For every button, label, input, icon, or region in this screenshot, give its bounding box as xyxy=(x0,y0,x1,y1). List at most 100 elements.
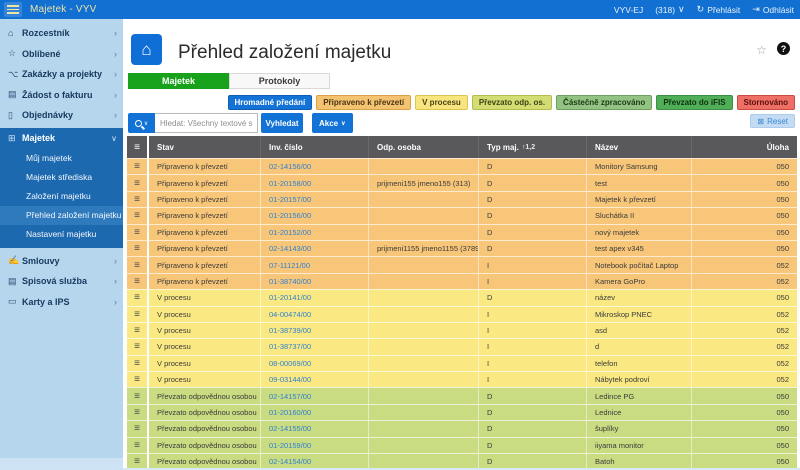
sidebar-subitem-2[interactable]: Majetek střediska xyxy=(0,168,123,187)
cell-inv-link[interactable]: 01-20141/00 xyxy=(261,289,369,305)
sidebar-item-spisova-sluzba[interactable]: ▤ Spisová služba › xyxy=(0,271,123,292)
table-row[interactable]: ≡ Připraveno k převzetí 01-20152/00 D no… xyxy=(127,224,797,240)
column-header-uloha[interactable]: Úloha xyxy=(692,136,797,158)
cell-inv-link[interactable]: 01-20152/00 xyxy=(261,224,369,240)
row-menu-icon[interactable]: ≡ xyxy=(127,404,149,420)
sidebar-item-zakazky-a-projekty[interactable]: ⌥ Zakázky a projekty › xyxy=(0,64,123,85)
cell-inv-link[interactable]: 01-38740/00 xyxy=(261,273,369,289)
row-menu-icon[interactable]: ≡ xyxy=(127,322,149,338)
sidebar-item-rozcestnik[interactable]: ⌂ Rozcestník › xyxy=(0,23,123,44)
table-row[interactable]: ≡ V procesu 04-00474/00 I Mikroskop PNEC… xyxy=(127,306,797,322)
row-menu-icon[interactable]: ≡ xyxy=(127,371,149,387)
table-row[interactable]: ≡ V procesu 01-38739/00 I asd 052 xyxy=(127,322,797,338)
search-submit-button[interactable]: Vyhledat xyxy=(261,113,303,133)
status-filter-button[interactable]: Částečně zpracováno xyxy=(556,95,652,110)
cell-inv-link[interactable]: 01-20157/00 xyxy=(261,191,369,207)
column-header-stav[interactable]: Stav xyxy=(149,136,261,158)
sidebar-subitem-3[interactable]: Založení majetku xyxy=(0,187,123,206)
row-menu-icon[interactable]: ≡ xyxy=(127,453,149,469)
logout-button[interactable]: ⇥Odhlásit xyxy=(752,4,794,15)
session-counter[interactable]: (318)∨ xyxy=(655,4,684,15)
table-row[interactable]: ≡ Připraveno k převzetí 01-20156/00 D Sl… xyxy=(127,207,797,223)
status-filter-button[interactable]: Hromadné předání xyxy=(228,95,313,110)
cell-inv-link[interactable]: 08-00069/00 xyxy=(261,355,369,371)
table-row[interactable]: ≡ V procesu 01-38737/00 I d 052 xyxy=(127,338,797,354)
sidebar-item-objednavky[interactable]: ▯ Objednávky › xyxy=(0,105,123,126)
table-row[interactable]: ≡ Připraveno k převzetí 02-14156/00 D Mo… xyxy=(127,158,797,174)
column-header-nazev[interactable]: Název xyxy=(587,136,692,158)
row-menu-icon[interactable]: ≡ xyxy=(127,256,149,272)
sidebar-subitem-4[interactable]: Přehled založení majetku xyxy=(0,206,123,225)
cell-inv-link[interactable]: 01-20160/00 xyxy=(261,404,369,420)
row-menu-icon[interactable]: ≡ xyxy=(127,420,149,436)
row-menu-icon[interactable]: ≡ xyxy=(127,289,149,305)
table-row[interactable]: ≡ V procesu 08-00069/00 I telefon 052 xyxy=(127,355,797,371)
row-menu-icon[interactable]: ≡ xyxy=(127,240,149,256)
sidebar-item-majetek[interactable]: ⊞ Majetek ∨ xyxy=(0,128,123,149)
cell-inv-link[interactable]: 01-38739/00 xyxy=(261,322,369,338)
cell-inv-link[interactable]: 01-20158/00 xyxy=(261,174,369,190)
column-header-typ-maj[interactable]: Typ maj. ↑1,2 xyxy=(479,136,587,158)
row-menu-icon[interactable]: ≡ xyxy=(127,355,149,371)
sidebar-item-oblibene[interactable]: ☆ Oblíbené › xyxy=(0,44,123,65)
table-row[interactable]: ≡ V procesu 09-03144/00 I Nábytek podrov… xyxy=(127,371,797,387)
status-filter-button[interactable]: Připraveno k převzetí xyxy=(316,95,411,110)
cell-nazev: Ledince PG xyxy=(587,387,692,403)
sidebar-item-zadost-o-fakturu[interactable]: ▤ Žádost o fakturu › xyxy=(0,85,123,106)
status-filter-button[interactable]: V procesu xyxy=(415,95,468,110)
table-row[interactable]: ≡ Připraveno k převzetí 01-20158/00 prij… xyxy=(127,174,797,190)
table-row[interactable]: ≡ Převzato odpovědnou osobou 01-20159/00… xyxy=(127,437,797,453)
hamburger-menu-icon[interactable] xyxy=(4,2,22,17)
row-menu-icon[interactable]: ≡ xyxy=(127,387,149,403)
column-header-inv-cislo[interactable]: Inv. číslo xyxy=(261,136,369,158)
row-menu-icon[interactable]: ≡ xyxy=(127,338,149,354)
cell-inv-link[interactable]: 01-20156/00 xyxy=(261,207,369,223)
table-row[interactable]: ≡ Převzato odpovědnou osobou 02-14157/00… xyxy=(127,387,797,403)
status-filter-button[interactable]: Převzato do iFIS xyxy=(656,95,732,110)
cell-inv-link[interactable]: 09-03144/00 xyxy=(261,371,369,387)
search-options-button[interactable]: ∨ xyxy=(128,113,155,133)
cell-inv-link[interactable]: 04-00474/00 xyxy=(261,306,369,322)
tab-2[interactable]: Protokoly xyxy=(229,73,330,89)
sidebar-subitem-5[interactable]: Nastavení majetku xyxy=(0,225,123,244)
cell-inv-link[interactable]: 07-11121/00 xyxy=(261,256,369,272)
relogin-button[interactable]: ↻Přehlásit xyxy=(697,4,741,15)
table-row[interactable]: ≡ Připraveno k převzetí 01-38740/00 I Ka… xyxy=(127,273,797,289)
cell-inv-link[interactable]: 01-38737/00 xyxy=(261,338,369,354)
search-input[interactable] xyxy=(155,113,258,133)
cell-inv-link[interactable]: 02-14154/00 xyxy=(261,453,369,469)
status-filter-button[interactable]: Převzato odp. os. xyxy=(472,95,552,110)
cell-inv-link[interactable]: 02-14143/00 xyxy=(261,240,369,256)
cell-inv-link[interactable]: 02-14156/00 xyxy=(261,158,369,174)
row-menu-icon[interactable]: ≡ xyxy=(127,224,149,240)
row-menu-icon[interactable]: ≡ xyxy=(127,174,149,190)
table-row[interactable]: ≡ Připraveno k převzetí 07-11121/00 I No… xyxy=(127,256,797,272)
reset-button[interactable]: ⊠ Reset xyxy=(750,114,795,128)
row-menu-icon[interactable]: ≡ xyxy=(127,207,149,223)
column-header-odp-osoba[interactable]: Odp. osoba xyxy=(369,136,479,158)
row-menu-icon[interactable]: ≡ xyxy=(127,191,149,207)
cell-inv-link[interactable]: 02-14155/00 xyxy=(261,420,369,436)
header-menu-icon[interactable]: ≡ xyxy=(127,136,149,158)
tab-1[interactable]: Majetek xyxy=(128,73,229,89)
row-menu-icon[interactable]: ≡ xyxy=(127,273,149,289)
row-menu-icon[interactable]: ≡ xyxy=(127,437,149,453)
sidebar-item-karty-a-ips[interactable]: ▭ Karty a IPS › xyxy=(0,292,123,313)
table-row[interactable]: ≡ Převzato odpovědnou osobou 01-20160/00… xyxy=(127,404,797,420)
actions-button[interactable]: Akce ∨ xyxy=(312,113,353,133)
cell-inv-link[interactable]: 01-20159/00 xyxy=(261,437,369,453)
row-menu-icon[interactable]: ≡ xyxy=(127,158,149,174)
table-row[interactable]: ≡ Připraveno k převzetí 01-20157/00 D Ma… xyxy=(127,191,797,207)
table-row[interactable]: ≡ Převzato odpovědnou osobou 02-14154/00… xyxy=(127,453,797,469)
cell-inv-link[interactable]: 02-14157/00 xyxy=(261,387,369,403)
favorite-star-icon[interactable]: ☆ xyxy=(756,43,767,57)
row-menu-icon[interactable]: ≡ xyxy=(127,306,149,322)
table-row[interactable]: ≡ Převzato odpovědnou osobou 02-14155/00… xyxy=(127,420,797,436)
sidebar-subitem-1[interactable]: Můj majetek xyxy=(0,149,123,168)
help-icon[interactable]: ? xyxy=(777,42,790,55)
table-row[interactable]: ≡ V procesu 01-20141/00 D název 050 xyxy=(127,289,797,305)
status-filter-button[interactable]: Stornováno xyxy=(737,95,795,110)
table-row[interactable]: ≡ Připraveno k převzetí 02-14143/00 prij… xyxy=(127,240,797,256)
cell-typ-maj: D xyxy=(479,420,587,436)
sidebar-item-smlouvy[interactable]: ✍ Smlouvy › xyxy=(0,251,123,272)
